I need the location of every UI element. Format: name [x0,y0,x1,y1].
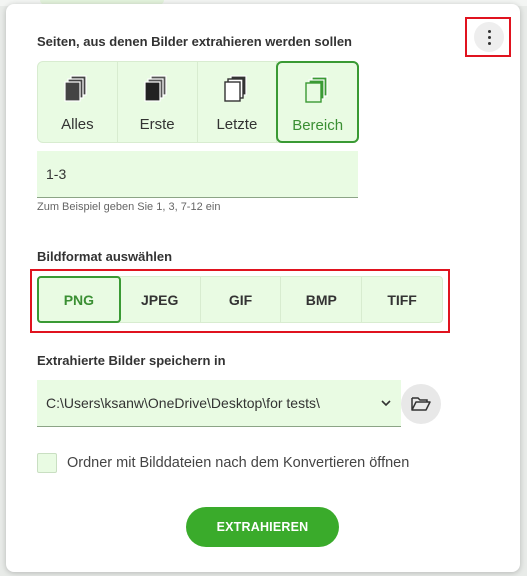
pages-selector: Alles Erste Letzte Bereich [37,61,359,143]
format-option-png[interactable]: PNG [37,276,121,323]
format-option-bmp[interactable]: BMP [281,277,363,322]
open-folder-checkbox[interactable] [37,453,57,473]
format-option-gif[interactable]: GIF [201,277,282,322]
chevron-down-icon [381,400,391,407]
more-vertical-icon-dot [487,41,491,45]
browse-folder-button[interactable] [401,384,441,424]
pages-option-range[interactable]: Bereich [276,61,359,143]
format-option-jpeg[interactable]: JPEG [120,277,201,322]
pages-option-first[interactable]: Erste [118,62,198,142]
pages-label: Seiten, aus denen Bilder extrahieren wer… [37,34,352,49]
pages-option-label: Letzte [216,116,258,133]
page-range-hint: Zum Beispiel geben Sie 1, 3, 7-12 ein [37,201,221,213]
format-option-tiff[interactable]: TIFF [362,277,442,322]
save-location-label: Extrahierte Bilder speichern in [37,353,226,368]
pages-option-label: Bereich [292,117,344,134]
pages-option-label: Erste [139,116,175,133]
format-label: Bildformat auswählen [37,249,173,264]
pages-option-label: Alles [61,116,94,133]
more-vertical-icon [487,29,491,33]
page-range-input[interactable] [37,151,358,198]
pages-option-all[interactable]: Alles [38,62,118,142]
save-path-value: C:\Users\ksanw\OneDrive\Desktop\for test… [46,395,320,411]
open-folder-label: Ordner mit Bilddateien nach dem Konverti… [67,455,410,471]
save-path-dropdown[interactable]: C:\Users\ksanw\OneDrive\Desktop\for test… [37,380,401,427]
pages-all-icon [64,75,87,102]
more-options-button[interactable] [474,22,504,52]
pages-option-last[interactable]: Letzte [198,62,278,142]
more-vertical-icon-dot [487,35,491,39]
pages-range-icon [304,76,328,103]
format-selector: PNG JPEG GIF BMP TIFF [37,276,443,323]
folder-open-icon [411,397,431,411]
extract-button[interactable]: EXTRAHIEREN [186,507,339,547]
pages-first-icon [144,75,167,102]
pages-last-icon [224,75,247,102]
